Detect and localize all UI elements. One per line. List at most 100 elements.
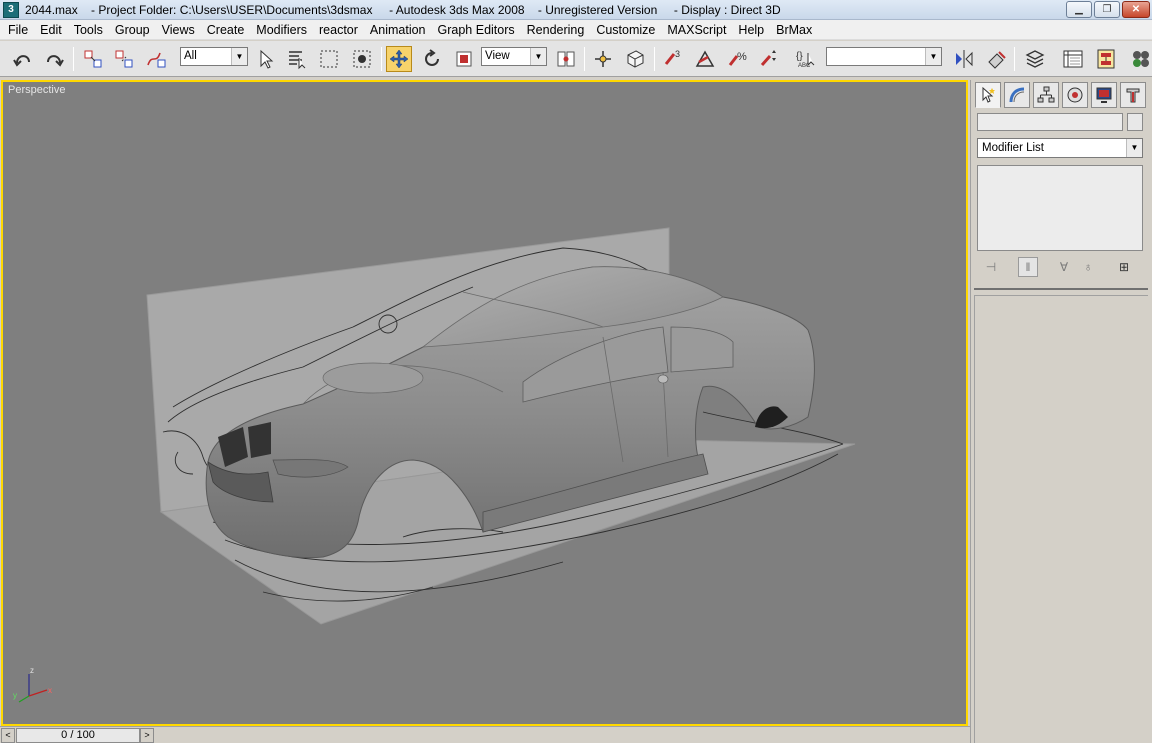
- reference-coordinate-value: View: [485, 50, 510, 62]
- command-panel: Modifier List ▼ ⊣ ‖ ∀ ♁ ⊞: [970, 80, 1152, 743]
- cursor-arrow-icon: [260, 49, 274, 69]
- time-slider[interactable]: 0 / 100: [16, 728, 140, 743]
- schematic-view-button[interactable]: [1093, 46, 1119, 72]
- menu-edit[interactable]: Edit: [34, 20, 68, 40]
- menu-views[interactable]: Views: [156, 20, 201, 40]
- align-button[interactable]: [983, 46, 1009, 72]
- select-by-name-button[interactable]: [284, 46, 310, 72]
- menu-graph-editors[interactable]: Graph Editors: [432, 20, 521, 40]
- menu-tools[interactable]: Tools: [68, 20, 109, 40]
- tab-modify[interactable]: [1004, 82, 1030, 108]
- parameters-rollout-area: [974, 295, 1148, 743]
- menu-animation[interactable]: Animation: [364, 20, 432, 40]
- remove-modifier-button[interactable]: ♁: [1078, 257, 1098, 277]
- angle-snap-toggle-button[interactable]: [692, 46, 718, 72]
- menu-reactor[interactable]: reactor: [313, 20, 364, 40]
- menu-brmax[interactable]: BrMax: [770, 20, 818, 40]
- unlink-icon: [115, 50, 133, 68]
- space-warp-icon: [147, 52, 166, 68]
- toolbar-separator: [73, 47, 74, 71]
- object-color-swatch[interactable]: [1127, 113, 1143, 131]
- close-button[interactable]: ✕: [1122, 1, 1150, 18]
- time-slider-next-button[interactable]: >: [140, 728, 154, 743]
- select-and-rotate-button[interactable]: [419, 46, 445, 72]
- menu-bar: File Edit Tools Group Views Create Modif…: [0, 20, 1152, 40]
- named-selection-icon: {}ABC: [796, 51, 815, 69]
- minimize-button[interactable]: ▁: [1066, 1, 1092, 18]
- window-title: 2044.max - Project Folder: C:\Users\USER…: [25, 2, 781, 17]
- material-editor-button[interactable]: [1128, 46, 1152, 72]
- select-and-manipulate-button[interactable]: [590, 46, 616, 72]
- selection-filter-dropdown[interactable]: All ▼: [180, 47, 248, 66]
- menu-file[interactable]: File: [2, 20, 34, 40]
- 3dsmax-app-icon[interactable]: 3: [3, 1, 19, 18]
- object-name-field[interactable]: [977, 113, 1123, 131]
- snap-magnet-icon: 3: [664, 49, 680, 65]
- layer-manager-button[interactable]: [1022, 46, 1048, 72]
- show-end-result-button[interactable]: ‖: [1018, 257, 1038, 277]
- configure-sets-icon: ⊞: [1118, 260, 1130, 274]
- use-pivot-center-button[interactable]: [553, 46, 579, 72]
- modify-bend-icon: [1009, 87, 1025, 103]
- configure-modifier-sets-button[interactable]: ⊞: [1114, 257, 1134, 277]
- maximize-button[interactable]: ❐: [1094, 1, 1120, 18]
- menu-help[interactable]: Help: [732, 20, 770, 40]
- modifier-list-dropdown[interactable]: Modifier List ▼: [977, 138, 1143, 158]
- mirror-button[interactable]: [951, 46, 977, 72]
- window-crossing-button[interactable]: [349, 46, 375, 72]
- motion-icon: [1067, 87, 1083, 103]
- toolbar-separator: [654, 47, 655, 71]
- curve-editor-button[interactable]: [1060, 46, 1086, 72]
- keyboard-icon: [627, 50, 644, 68]
- tab-hierarchy[interactable]: [1033, 82, 1059, 108]
- menu-maxscript[interactable]: MAXScript: [661, 20, 732, 40]
- create-cursor-icon: [982, 86, 995, 103]
- tab-display[interactable]: [1091, 82, 1117, 108]
- toolbar-separator: [1014, 47, 1015, 71]
- perspective-viewport[interactable]: Perspective z x y: [1, 80, 968, 726]
- title-bar: 3 2044.max - Project Folder: C:\Users\US…: [0, 0, 1152, 20]
- menu-create[interactable]: Create: [201, 20, 251, 40]
- chevron-right-icon: >: [144, 730, 150, 740]
- tab-utilities[interactable]: [1120, 82, 1146, 108]
- pin-stack-button[interactable]: ⊣: [981, 257, 1001, 277]
- redo-button[interactable]: [41, 46, 67, 72]
- select-and-scale-button[interactable]: [451, 46, 477, 72]
- time-slider-prev-button[interactable]: <: [1, 728, 15, 743]
- keyboard-shortcut-override-button[interactable]: [622, 46, 648, 72]
- undo-icon: [13, 55, 30, 67]
- chevron-down-icon: ▼: [925, 48, 941, 65]
- rectangular-selection-button[interactable]: [316, 46, 342, 72]
- menu-modifiers[interactable]: Modifiers: [250, 20, 313, 40]
- bind-to-space-warp-button[interactable]: [143, 46, 169, 72]
- show-end-result-icon: ‖: [1025, 260, 1031, 274]
- reference-coordinate-dropdown[interactable]: View ▼: [481, 47, 547, 66]
- select-object-button[interactable]: [253, 46, 279, 72]
- maximize-icon: ❐: [1102, 4, 1112, 15]
- pivot-center-icon: [557, 51, 575, 67]
- menu-customize[interactable]: Customize: [590, 20, 661, 40]
- edit-named-selection-button[interactable]: {} ABC: [793, 46, 819, 72]
- menu-rendering[interactable]: Rendering: [521, 20, 591, 40]
- curve-editor-icon: [1063, 50, 1083, 68]
- axis-tripod-icon: z x y: [13, 666, 52, 703]
- tab-create[interactable]: [975, 82, 1001, 108]
- menu-group[interactable]: Group: [109, 20, 156, 40]
- undo-button[interactable]: [10, 46, 36, 72]
- make-unique-button[interactable]: ∀: [1054, 257, 1074, 277]
- unlink-selection-button[interactable]: [111, 46, 137, 72]
- svg-text:%: %: [737, 51, 747, 63]
- manipulate-icon: [595, 51, 611, 67]
- percent-snap-toggle-button[interactable]: %: [724, 46, 750, 72]
- modifier-stack-list[interactable]: [977, 165, 1143, 251]
- spinner-snap-toggle-button[interactable]: [756, 46, 782, 72]
- material-spheres-icon: [1133, 51, 1149, 67]
- snaps-toggle-button[interactable]: 3: [660, 46, 686, 72]
- tab-motion[interactable]: [1062, 82, 1088, 108]
- rotate-icon: [425, 49, 439, 66]
- select-and-move-button[interactable]: [386, 46, 412, 72]
- selection-filter-value: All: [184, 50, 197, 62]
- named-selection-sets-dropdown[interactable]: ▼: [826, 47, 942, 66]
- select-and-link-button[interactable]: [80, 46, 106, 72]
- minimize-icon: ▁: [1075, 4, 1083, 15]
